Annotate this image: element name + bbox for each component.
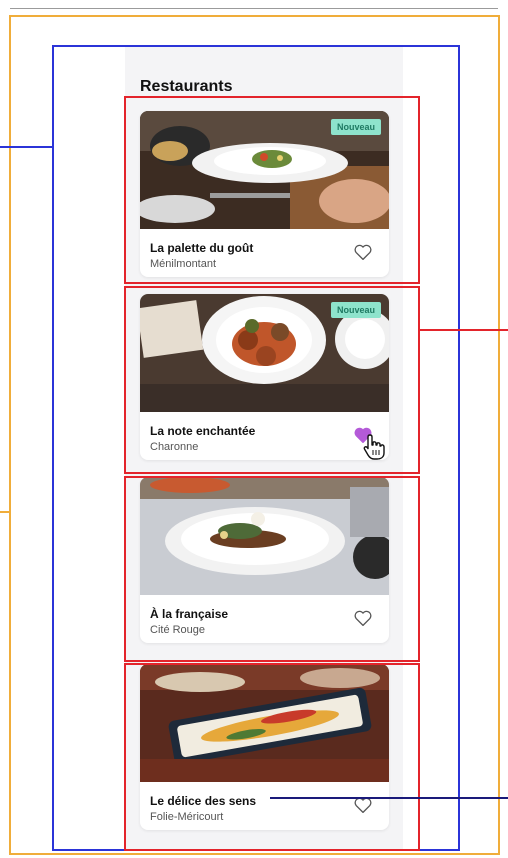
page-title: Restaurants	[140, 78, 233, 95]
callout-line-red	[420, 329, 508, 331]
annotation-frame-red-1	[124, 96, 420, 284]
annotation-frame-red-2	[124, 286, 420, 474]
callout-line-blue	[0, 146, 54, 148]
callout-line-orange	[0, 511, 10, 513]
callout-line-navy	[270, 797, 508, 799]
annotated-mockup: Restaurants Nouveau La palette du goût M…	[0, 0, 508, 858]
annotation-frame-red-3	[124, 476, 420, 662]
annotation-frame-red-4	[124, 663, 420, 851]
top-rule	[10, 8, 498, 9]
